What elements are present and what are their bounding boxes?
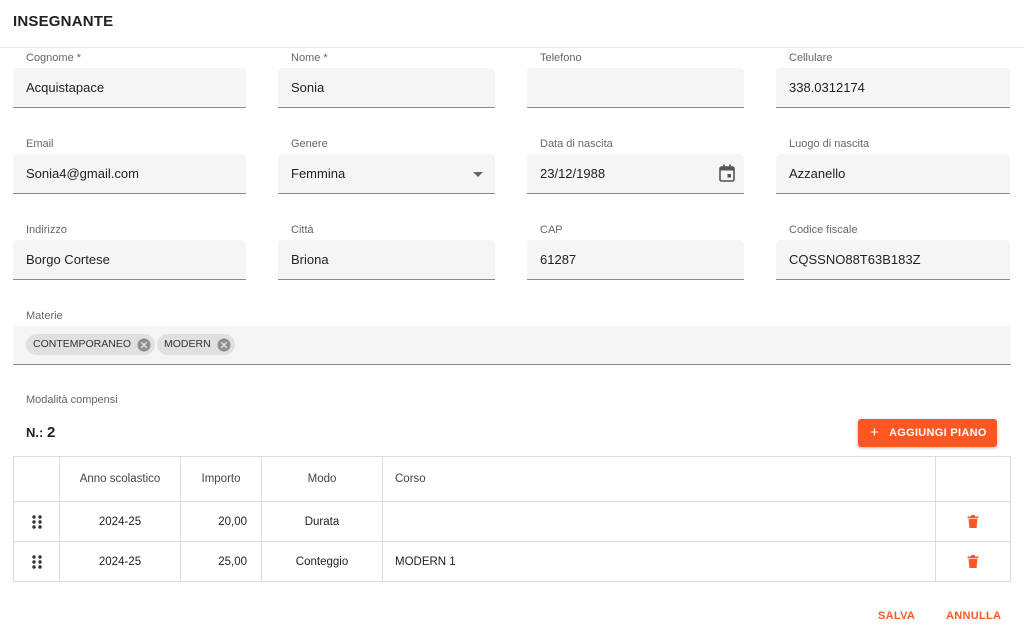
cell-anno: 2024-25 bbox=[60, 502, 181, 541]
page-header: INSEGNANTE bbox=[0, 0, 1024, 48]
materie-field: Materie CONTEMPORANEO MODERN bbox=[13, 306, 1011, 366]
header-modo: Modo bbox=[262, 457, 383, 501]
codice-fiscale-input[interactable]: CQSSNO88T63B183Z bbox=[776, 240, 1010, 280]
add-piano-button[interactable]: + AGGIUNGI PIANO bbox=[858, 419, 997, 447]
luogo-nascita-input[interactable]: Azzanello bbox=[776, 154, 1010, 194]
nome-value: Sonia bbox=[291, 80, 325, 95]
nome-field: Nome * Sonia bbox=[278, 48, 495, 108]
indirizzo-value: Borgo Cortese bbox=[26, 252, 110, 267]
data-nascita-value: 23/12/1988 bbox=[540, 166, 606, 181]
telefono-field: Telefono bbox=[527, 48, 744, 108]
data-nascita-label: Data di nascita bbox=[540, 138, 613, 150]
telefono-label: Telefono bbox=[540, 52, 582, 64]
cap-field: CAP 61287 bbox=[527, 220, 744, 280]
email-label: Email bbox=[26, 138, 54, 150]
actions-cell bbox=[936, 542, 1010, 581]
genere-value: Femmina bbox=[291, 166, 346, 181]
nome-label: Nome * bbox=[291, 52, 328, 64]
table-header-row: Anno scolastico Importo Modo Corso bbox=[14, 457, 1010, 502]
plus-icon: + bbox=[870, 424, 880, 441]
count-prefix: N.: bbox=[26, 425, 44, 440]
data-nascita-field: Data di nascita 23/12/1988 bbox=[527, 134, 744, 194]
cap-input[interactable]: 61287 bbox=[527, 240, 744, 280]
cell-importo: 20,00 bbox=[181, 502, 262, 541]
citta-value: Briona bbox=[291, 252, 329, 267]
chip-label: MODERN bbox=[164, 338, 211, 350]
luogo-nascita-value: Azzanello bbox=[789, 166, 846, 181]
cell-corso: MODERN 1 bbox=[383, 542, 936, 581]
header-anno: Anno scolastico bbox=[60, 457, 181, 501]
close-circle-icon[interactable] bbox=[137, 338, 151, 352]
email-input[interactable]: Sonia4@gmail.com bbox=[13, 154, 246, 194]
table-row: 2024-25 25,00 Conteggio MODERN 1 bbox=[14, 542, 1010, 581]
chip-contemporaneo: CONTEMPORANEO bbox=[26, 334, 156, 355]
telefono-input[interactable] bbox=[527, 68, 744, 108]
indirizzo-input[interactable]: Borgo Cortese bbox=[13, 240, 246, 280]
citta-field: Città Briona bbox=[278, 220, 495, 280]
citta-label: Città bbox=[291, 224, 314, 236]
data-nascita-input[interactable]: 23/12/1988 bbox=[527, 154, 744, 194]
cap-label: CAP bbox=[540, 224, 563, 236]
materie-input[interactable]: CONTEMPORANEO MODERN bbox=[13, 326, 1011, 365]
drag-cell bbox=[14, 542, 60, 581]
cognome-value: Acquistapace bbox=[26, 80, 105, 95]
compensi-table: Anno scolastico Importo Modo Corso 2024-… bbox=[13, 456, 1011, 582]
luogo-nascita-field: Luogo di nascita Azzanello bbox=[776, 134, 1010, 194]
cell-modo: Durata bbox=[262, 502, 383, 541]
chip-label: CONTEMPORANEO bbox=[33, 338, 132, 350]
cognome-input[interactable]: Acquistapace bbox=[13, 68, 246, 108]
cell-importo: 25,00 bbox=[181, 542, 262, 581]
compensi-count: N.: 2 bbox=[26, 424, 55, 441]
cellulare-input[interactable]: 338.0312174 bbox=[776, 68, 1010, 108]
close-circle-icon[interactable] bbox=[217, 338, 231, 352]
email-field: Email Sonia4@gmail.com bbox=[13, 134, 246, 194]
calendar-icon[interactable] bbox=[719, 164, 735, 182]
luogo-nascita-label: Luogo di nascita bbox=[789, 138, 870, 150]
codice-fiscale-field: Codice fiscale CQSSNO88T63B183Z bbox=[776, 220, 1010, 280]
trash-icon[interactable] bbox=[967, 515, 979, 528]
genere-label: Genere bbox=[291, 138, 328, 150]
indirizzo-field: Indirizzo Borgo Cortese bbox=[13, 220, 246, 280]
trash-icon[interactable] bbox=[967, 555, 979, 568]
drag-handle-icon[interactable] bbox=[31, 514, 43, 529]
count-value: 2 bbox=[46, 424, 56, 441]
add-piano-label: AGGIUNGI PIANO bbox=[889, 427, 987, 439]
indirizzo-label: Indirizzo bbox=[26, 224, 67, 236]
cellulare-label: Cellulare bbox=[789, 52, 833, 64]
materie-label: Materie bbox=[26, 310, 63, 322]
codice-fiscale-label: Codice fiscale bbox=[789, 224, 858, 236]
drag-handle-icon[interactable] bbox=[31, 554, 43, 569]
header-importo: Importo bbox=[181, 457, 262, 501]
cell-corso bbox=[383, 502, 936, 541]
chevron-down-icon[interactable] bbox=[473, 172, 483, 177]
cognome-field: Cognome * Acquistapace bbox=[13, 48, 246, 108]
compensi-label: Modalità compensi bbox=[26, 394, 118, 406]
citta-input[interactable]: Briona bbox=[278, 240, 495, 280]
email-value: Sonia4@gmail.com bbox=[26, 166, 139, 181]
cellulare-field: Cellulare 338.0312174 bbox=[776, 48, 1010, 108]
header-drag-cell bbox=[14, 457, 60, 501]
cancel-button[interactable]: ANNULLA bbox=[946, 610, 1001, 622]
header-actions-cell bbox=[936, 457, 1010, 501]
nome-input[interactable]: Sonia bbox=[278, 68, 495, 108]
header-corso: Corso bbox=[383, 457, 936, 501]
genere-select[interactable]: Femmina bbox=[278, 154, 495, 194]
cognome-label: Cognome * bbox=[26, 52, 82, 64]
save-button[interactable]: SALVA bbox=[878, 610, 915, 622]
actions-cell bbox=[936, 502, 1010, 541]
genere-field: Genere Femmina bbox=[278, 134, 495, 194]
cell-modo: Conteggio bbox=[262, 542, 383, 581]
chip-modern: MODERN bbox=[157, 334, 235, 355]
page-title: INSEGNANTE bbox=[13, 13, 114, 30]
cellulare-value: 338.0312174 bbox=[789, 80, 865, 95]
cap-value: 61287 bbox=[540, 252, 577, 267]
cell-anno: 2024-25 bbox=[60, 542, 181, 581]
codice-fiscale-value: CQSSNO88T63B183Z bbox=[789, 252, 921, 267]
drag-cell bbox=[14, 502, 60, 541]
table-row: 2024-25 20,00 Durata bbox=[14, 502, 1010, 542]
